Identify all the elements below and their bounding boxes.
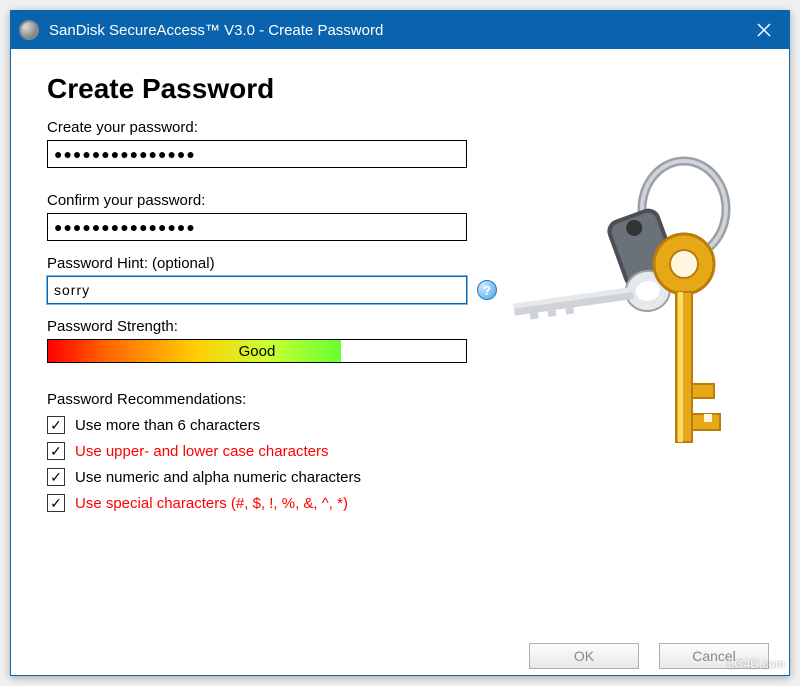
strength-text: Good xyxy=(48,340,466,362)
password-hint-label: Password Hint: (optional) xyxy=(47,255,753,272)
confirm-password-input[interactable] xyxy=(47,213,467,241)
recommendation-text: Use more than 6 characters xyxy=(75,417,260,434)
recommendation-item: ✓ Use more than 6 characters xyxy=(47,416,753,434)
dialog-content: Create Password Create your password: Co… xyxy=(11,49,789,675)
confirm-password-label: Confirm your password: xyxy=(47,192,753,209)
close-icon xyxy=(757,23,771,37)
dialog-window: SanDisk SecureAccess™ V3.0 - Create Pass… xyxy=(10,10,790,676)
page-title: Create Password xyxy=(47,73,753,105)
recommendation-item: ✓ Use upper- and lower case characters xyxy=(47,442,753,460)
recommendations-title: Password Recommendations: xyxy=(47,391,753,408)
title-bar: SanDisk SecureAccess™ V3.0 - Create Pass… xyxy=(11,11,789,49)
create-password-input[interactable] xyxy=(47,140,467,168)
checkbox-icon: ✓ xyxy=(47,442,65,460)
password-strength-label: Password Strength: xyxy=(47,318,753,335)
recommendation-text: Use upper- and lower case characters xyxy=(75,443,328,460)
watermark: LO4D.com xyxy=(728,657,785,671)
checkbox-icon: ✓ xyxy=(47,494,65,512)
recommendation-item: ✓ Use special characters (#, $, !, %, &,… xyxy=(47,494,753,512)
checkbox-icon: ✓ xyxy=(47,416,65,434)
button-row: OK Cancel xyxy=(11,635,789,675)
password-hint-input[interactable] xyxy=(47,276,467,304)
checkbox-icon: ✓ xyxy=(47,468,65,486)
close-button[interactable] xyxy=(739,11,789,49)
recommendation-text: Use numeric and alpha numeric characters xyxy=(75,469,361,486)
strength-meter: Good xyxy=(47,339,467,363)
app-icon xyxy=(19,20,39,40)
ok-button[interactable]: OK xyxy=(529,643,639,669)
recommendation-item: ✓ Use numeric and alpha numeric characte… xyxy=(47,468,753,486)
window-title: SanDisk SecureAccess™ V3.0 - Create Pass… xyxy=(49,22,739,39)
recommendation-text: Use special characters (#, $, !, %, &, ^… xyxy=(75,495,348,512)
create-password-label: Create your password: xyxy=(47,119,753,136)
help-icon[interactable]: ? xyxy=(477,280,497,300)
